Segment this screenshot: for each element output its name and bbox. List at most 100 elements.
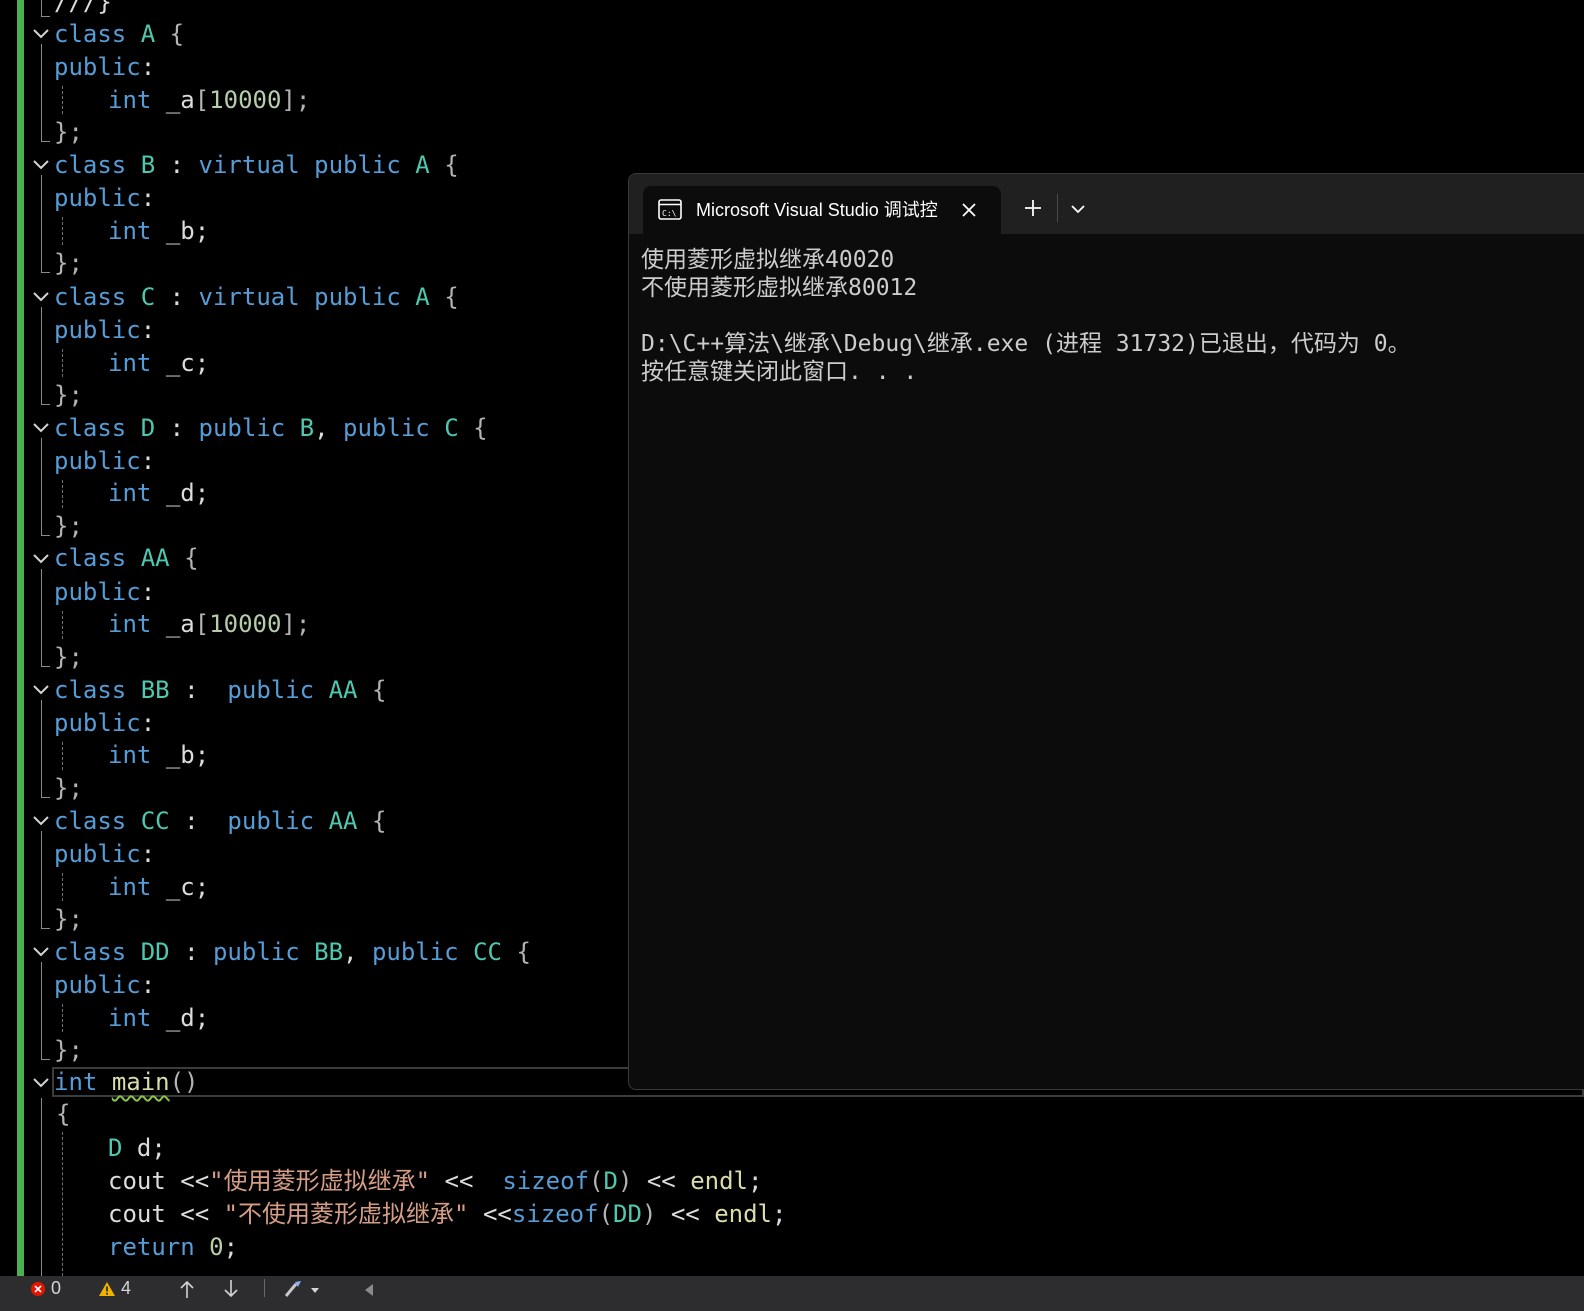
code-token: << [670, 1200, 700, 1228]
code-line: int _c; [108, 347, 209, 380]
type-token: A [415, 283, 430, 311]
fold-chevron-icon[interactable] [32, 159, 50, 173]
close-icon[interactable] [957, 198, 981, 222]
keyword-token: public [371, 938, 459, 966]
code-token: }; [54, 643, 83, 671]
status-divider [264, 1279, 265, 1297]
fold-chevron-icon[interactable] [32, 28, 50, 42]
code-token: _a [165, 86, 195, 114]
code-token: : [140, 709, 156, 737]
code-line: public: [54, 969, 155, 1002]
code-token: }; [54, 905, 83, 933]
warning-count-indicator[interactable]: 4 [98, 1276, 131, 1301]
code-token: ///} [54, 0, 112, 16]
keyword-token: class [54, 676, 127, 704]
code-token: }; [54, 1036, 83, 1064]
code-token: cout [108, 1200, 166, 1228]
console-titlebar[interactable]: C:\ Microsoft Visual Studio 调试控 [629, 174, 1584, 234]
fold-chevron-icon[interactable] [32, 684, 50, 698]
type-token: D [108, 1134, 123, 1162]
code-token: { [473, 414, 488, 442]
code-token: << [646, 1167, 676, 1195]
type-token: AA [328, 676, 358, 704]
code-line: public: [54, 51, 155, 84]
console-tab-title: Microsoft Visual Studio 调试控 [696, 200, 938, 220]
chevron-down-icon[interactable] [1067, 198, 1089, 220]
code-token: () [169, 1068, 199, 1096]
code-token: }; [54, 512, 83, 540]
console-output[interactable]: 使用菱形虚拟继承40020 不使用菱形虚拟继承80012 D:\C++算法\继承… [641, 246, 1584, 386]
type-token: BB [314, 938, 344, 966]
brush-icon[interactable] [282, 1276, 322, 1301]
code-token: [ [194, 610, 210, 638]
code-line: class BB : public AA { [54, 674, 386, 707]
fold-chevron-icon[interactable] [32, 815, 50, 829]
keyword-token: int [108, 1004, 152, 1032]
code-line: }; [54, 379, 83, 412]
type-token: DD [613, 1200, 642, 1228]
string-token: "不使用菱形虚拟继承" [223, 1200, 469, 1228]
console-output-line: 按任意键关闭此窗口. . . [641, 359, 918, 385]
console-window[interactable]: C:\ Microsoft Visual Studio 调试控 使用菱形虚拟继承… [628, 173, 1584, 1090]
triangle-left-icon[interactable] [362, 1276, 376, 1301]
type-token: AA [328, 807, 358, 835]
code-line: class C : virtual public A { [54, 281, 459, 314]
type-token: C [140, 283, 156, 311]
keyword-token: sizeof [502, 1167, 590, 1195]
arrow-up-icon[interactable] [178, 1276, 196, 1301]
code-line: public: [54, 707, 155, 740]
type-token: D [603, 1167, 618, 1195]
fold-chevron-icon[interactable] [32, 422, 50, 436]
code-token: << [180, 1167, 210, 1195]
code-token: _c; [165, 349, 210, 377]
keyword-token: virtual [198, 283, 300, 311]
error-count-indicator[interactable]: 0 [30, 1276, 61, 1301]
arrow-down-icon[interactable] [222, 1276, 240, 1301]
code-line: }; [54, 116, 83, 149]
code-line: int _a[10000]; [108, 608, 310, 641]
code-token: { [169, 20, 185, 48]
console-tab[interactable]: C:\ Microsoft Visual Studio 调试控 [643, 186, 1001, 234]
code-token: ( [598, 1200, 614, 1228]
code-line: int _a[10000]; [108, 84, 310, 117]
code-token: : [169, 151, 185, 179]
type-token: C [444, 414, 459, 442]
type-token: CC [473, 938, 502, 966]
console-output-line: 使用菱形虚拟继承40020 [641, 247, 895, 273]
keyword-token: class [54, 414, 127, 442]
code-token: ) [617, 1167, 633, 1195]
code-token: { [444, 283, 459, 311]
code-line: class AA { [54, 542, 199, 575]
code-line: int _b; [108, 739, 209, 772]
type-token: A [415, 151, 430, 179]
code-line: int main() [54, 1066, 199, 1099]
error-icon [30, 1278, 46, 1298]
keyword-token: int [108, 86, 152, 114]
keyword-token: class [54, 151, 127, 179]
code-token: _c; [165, 873, 210, 901]
code-token: ( [589, 1167, 604, 1195]
plus-icon[interactable] [1021, 196, 1045, 220]
keyword-token: public [343, 414, 430, 442]
keyword-token: public [212, 938, 300, 966]
code-line: public: [54, 445, 155, 478]
code-token: : [169, 283, 185, 311]
code-token: { [444, 151, 459, 179]
keyword-token: public [198, 414, 286, 442]
fold-chevron-icon[interactable] [32, 946, 50, 960]
code-line: }; [54, 641, 83, 674]
keyword-token: public [54, 316, 141, 344]
code-token: : [184, 676, 199, 704]
code-token: ]; [281, 86, 311, 114]
fold-chevron-icon[interactable] [32, 1077, 50, 1091]
number-token: 0 [209, 1233, 224, 1261]
fold-chevron-icon[interactable] [32, 291, 50, 305]
status-bar: 0 4 [0, 1276, 1584, 1311]
type-token: CC [140, 807, 170, 835]
warning-icon [98, 1278, 116, 1298]
fold-chevron-icon[interactable] [32, 553, 50, 567]
keyword-token: public [54, 840, 141, 868]
code-line: return 0; [108, 1231, 238, 1264]
code-token: }; [54, 118, 83, 146]
keyword-token: class [54, 283, 127, 311]
